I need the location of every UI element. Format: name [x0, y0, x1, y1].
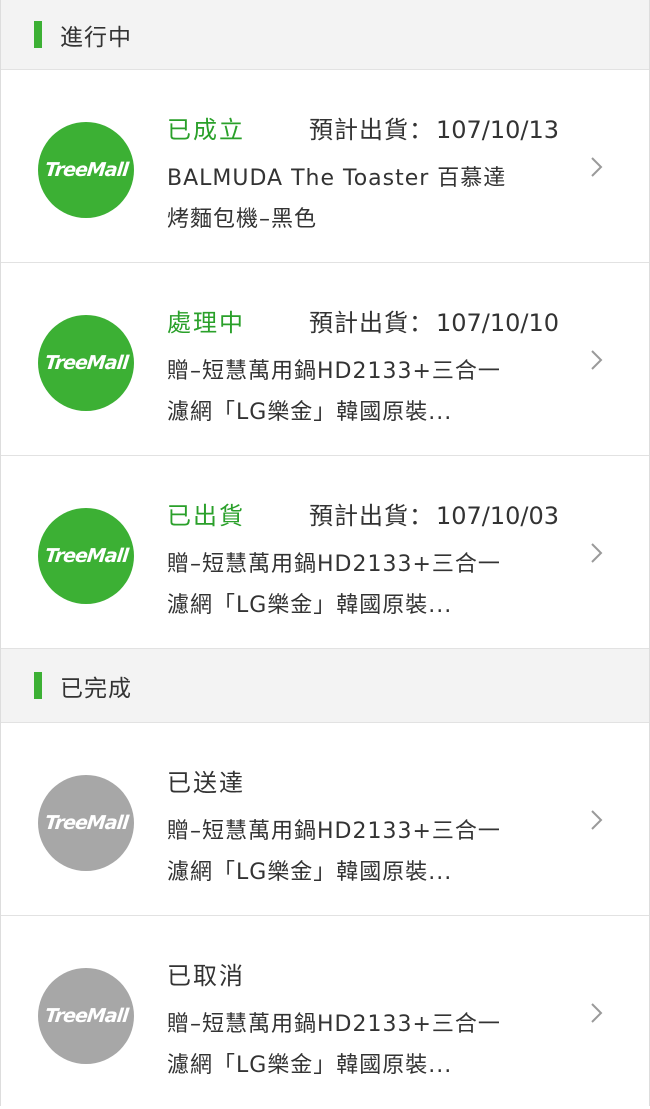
order-status: 已成立 — [167, 116, 245, 144]
chevron-right-icon[interactable] — [585, 809, 607, 831]
order-status: 已取消 — [167, 962, 245, 990]
product-name: 贈–短慧萬用鍋HD2133+三合一 濾網「LG樂金」韓國原裝... — [167, 351, 562, 433]
ship-label: 預計出貨： — [309, 309, 434, 337]
chevron-right-icon[interactable] — [585, 1002, 607, 1024]
ship-date: 107/10/13 — [436, 116, 560, 144]
order-status: 已出貨 — [167, 502, 245, 530]
product-line-2: 濾網「LG樂金」韓國原裝... — [167, 1053, 453, 1078]
section-header-completed: 已完成 — [1, 649, 649, 723]
order-row[interactable]: TreeMall 已取消 贈–短慧萬用鍋HD2133+三合一 濾網「LG樂金」韓… — [1, 916, 649, 1109]
product-line-2: 濾網「LG樂金」韓國原裝... — [167, 593, 453, 618]
product-line-1: BALMUDA The Toaster 百慕達 — [167, 166, 507, 191]
section-accent-bar — [34, 21, 42, 48]
order-row[interactable]: TreeMall 已出貨 預計出貨： 107/10/03 贈–短慧萬用鍋HD21… — [1, 456, 649, 649]
order-row[interactable]: TreeMall 已送達 贈–短慧萬用鍋HD2133+三合一 濾網「LG樂金」韓… — [1, 723, 649, 916]
order-status: 已送達 — [167, 769, 245, 797]
section-title: 已完成 — [60, 675, 132, 702]
logo-text: TreeMall — [43, 1005, 129, 1027]
order-status: 處理中 — [167, 309, 245, 337]
product-name: 贈–短慧萬用鍋HD2133+三合一 濾網「LG樂金」韓國原裝... — [167, 544, 562, 626]
treemall-logo: TreeMall — [38, 968, 134, 1064]
product-name: 贈–短慧萬用鍋HD2133+三合一 濾網「LG樂金」韓國原裝... — [167, 1004, 562, 1086]
order-status-line: 已成立 預計出貨： 107/10/13 — [167, 110, 559, 145]
product-line-1: 贈–短慧萬用鍋HD2133+三合一 — [167, 359, 501, 384]
treemall-logo: TreeMall — [38, 775, 134, 871]
logo-text: TreeMall — [43, 159, 129, 181]
treemall-logo: TreeMall — [38, 315, 134, 411]
section-accent-bar — [34, 672, 42, 699]
order-row[interactable]: TreeMall 已成立 預計出貨： 107/10/13 BALMUDA The… — [1, 70, 649, 263]
section-title: 進行中 — [60, 24, 132, 51]
logo-text: TreeMall — [43, 352, 129, 374]
order-row[interactable]: TreeMall 處理中 預計出貨： 107/10/10 贈–短慧萬用鍋HD21… — [1, 263, 649, 456]
logo-text: TreeMall — [43, 545, 129, 567]
product-name: BALMUDA The Toaster 百慕達 烤麵包機–黑色 — [167, 158, 562, 240]
logo-text: TreeMall — [43, 812, 129, 834]
chevron-right-icon[interactable] — [585, 542, 607, 564]
order-status-line: 已取消 — [167, 956, 309, 991]
order-status-line: 已出貨 預計出貨： 107/10/03 — [167, 496, 559, 531]
ship-date: 107/10/03 — [436, 502, 560, 530]
treemall-logo: TreeMall — [38, 122, 134, 218]
ship-label: 預計出貨： — [309, 116, 434, 144]
ship-label: 預計出貨： — [309, 502, 434, 530]
treemall-logo: TreeMall — [38, 508, 134, 604]
product-line-1: 贈–短慧萬用鍋HD2133+三合一 — [167, 819, 501, 844]
product-name: 贈–短慧萬用鍋HD2133+三合一 濾網「LG樂金」韓國原裝... — [167, 811, 562, 893]
order-status-line: 已送達 — [167, 763, 309, 798]
product-line-2: 烤麵包機–黑色 — [167, 207, 318, 232]
ship-date: 107/10/10 — [436, 309, 560, 337]
product-line-2: 濾網「LG樂金」韓國原裝... — [167, 400, 453, 425]
product-line-1: 贈–短慧萬用鍋HD2133+三合一 — [167, 552, 501, 577]
order-status-line: 處理中 預計出貨： 107/10/10 — [167, 303, 559, 338]
product-line-2: 濾網「LG樂金」韓國原裝... — [167, 860, 453, 885]
product-line-1: 贈–短慧萬用鍋HD2133+三合一 — [167, 1012, 501, 1037]
chevron-right-icon[interactable] — [585, 349, 607, 371]
chevron-right-icon[interactable] — [585, 156, 607, 178]
section-header-in-progress: 進行中 — [1, 0, 649, 70]
order-list-page: 進行中 TreeMall 已成立 預計出貨： 107/10/13 BALMUDA… — [0, 0, 650, 1106]
